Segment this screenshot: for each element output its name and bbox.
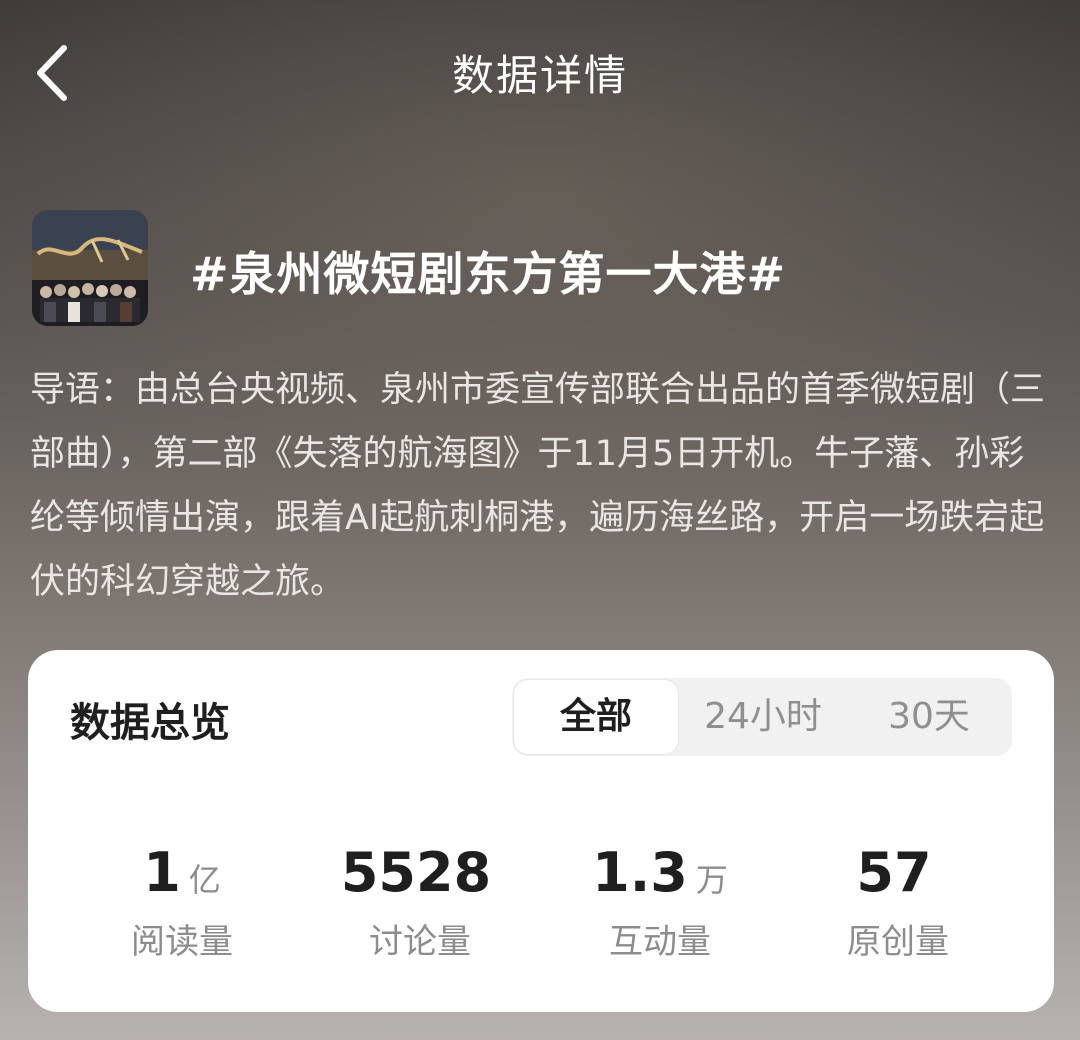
stat-unit: 万 [695, 861, 728, 899]
drama-poster-thumbnail[interactable] [32, 210, 148, 326]
stat-label: 互动量 [609, 922, 711, 962]
stat-unit: 亿 [188, 861, 221, 899]
topic-header: #泉州微短剧东方第一大港# [32, 210, 1052, 328]
overview-title: 数据总览 [70, 700, 230, 746]
stat-label: 讨论量 [369, 922, 471, 962]
stat-interactions: 1.3 万 互动量 [540, 840, 780, 963]
stat-value: 1 [143, 841, 181, 904]
top-bar: 数据详情 [0, 0, 1080, 150]
stat-original-posts: 57 原创量 [778, 840, 1018, 963]
stat-label: 阅读量 [131, 922, 233, 962]
tab-all[interactable]: 全部 [514, 680, 678, 754]
stat-value: 1.3 [592, 841, 688, 904]
stat-label: 原创量 [847, 922, 949, 962]
intro-text: 导语：由总台央视频、泉州市委宣传部联合出品的首季微短剧（三部曲），第二部《失落的… [30, 370, 1046, 602]
stat-reads: 1亿 阅读量 [62, 840, 302, 963]
stat-value: 5528 [340, 841, 492, 904]
stat-discussions: 5528 讨论量 [300, 840, 540, 963]
data-overview-card: 数据总览 全部 24小时 30天 1亿 阅读量 5528 讨论量 1.3 万 互动… [28, 650, 1054, 1012]
page-title: 数据详情 [451, 51, 628, 100]
topic-title: #泉州微短剧东方第一大港# [190, 247, 787, 301]
tab-30-days[interactable]: 30天 [846, 678, 1012, 756]
stats-row: 1亿 阅读量 5528 讨论量 1.3 万 互动量 57 原创量 [28, 840, 1054, 963]
tab-24-hours[interactable]: 24小时 [680, 678, 846, 756]
time-range-segmented-control: 全部 24小时 30天 [512, 678, 1012, 756]
poster-image [32, 210, 148, 326]
stat-value: 57 [856, 841, 932, 904]
